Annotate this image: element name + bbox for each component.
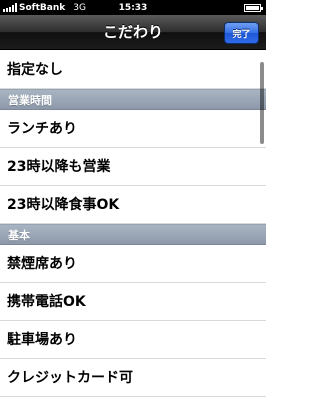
list-item-none[interactable]: 指定なし	[0, 51, 266, 89]
list-item[interactable]: 携帯電話OK	[0, 283, 266, 321]
signal-strength-icon	[3, 3, 17, 12]
list-item[interactable]: 23時以降も営業	[0, 148, 266, 186]
list-item[interactable]: 23時以降食事OK	[0, 186, 266, 224]
section-header-business-hours: 営業時間	[0, 89, 266, 110]
scroll-indicator[interactable]	[260, 62, 264, 144]
done-button[interactable]: 完了	[224, 22, 259, 44]
section-header-basic: 基本	[0, 224, 266, 245]
list-item[interactable]: 禁煙席あり	[0, 245, 266, 283]
carrier-name: SoftBank	[19, 2, 66, 13]
network-type: 3G	[73, 2, 86, 13]
list-item[interactable]: クレジットカード可	[0, 359, 266, 397]
preference-list[interactable]: 指定なし 営業時間 ランチあり 23時以降も営業 23時以降食事OK 基本 禁煙…	[0, 51, 266, 400]
navigation-bar: こだわり 完了	[0, 15, 266, 50]
battery-icon	[244, 4, 263, 12]
list-item[interactable]: 駐車場あり	[0, 321, 266, 359]
status-bar: SoftBank 3G 15:33	[0, 0, 266, 15]
list-item[interactable]: ランチあり	[0, 110, 266, 148]
